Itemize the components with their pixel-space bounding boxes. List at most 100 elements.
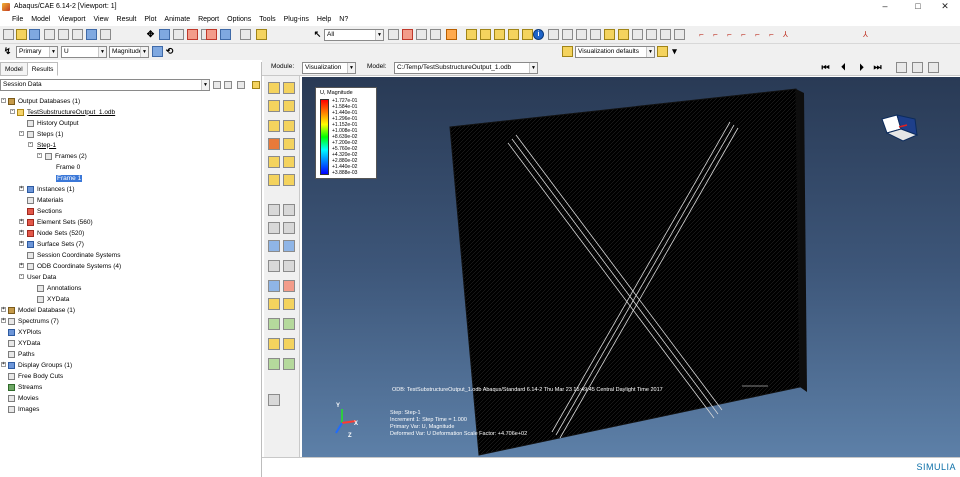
tree-movies[interactable]: Movies (8, 393, 39, 403)
symbol-options-icon[interactable] (268, 174, 280, 186)
tree-session-csys[interactable]: Session Coordinate Systems (27, 250, 120, 260)
iso-view-icon[interactable] (466, 29, 477, 40)
new-file-icon[interactable] (3, 29, 14, 40)
tree-frame-1[interactable]: Frame 1 (56, 173, 83, 183)
expand-toggle-icon[interactable]: + (19, 263, 24, 268)
pan-icon[interactable]: ✥ (145, 29, 156, 40)
zoom-box-icon[interactable] (187, 29, 198, 40)
menu-plugins[interactable]: Plug-ins (280, 16, 313, 23)
tree-odb-csys[interactable]: ODB Coordinate Systems (4) (27, 261, 121, 271)
open-folder-icon[interactable] (16, 29, 27, 40)
tab-model[interactable]: Model (0, 62, 28, 76)
expand-toggle-icon[interactable]: + (19, 186, 24, 191)
last-frame-icon[interactable]: ⏭ (872, 62, 883, 73)
tree-element-sets[interactable]: Element Sets (560) (27, 217, 93, 227)
tree-free-body-cuts[interactable]: Free Body Cuts (8, 371, 63, 381)
tile-icon[interactable] (100, 29, 111, 40)
query-info-icon[interactable]: i (533, 29, 544, 40)
select-circle-icon[interactable] (416, 29, 427, 40)
auto-fit-icon[interactable] (206, 29, 217, 40)
view-x-icon[interactable]: ⌐ (696, 29, 707, 40)
tree-paths[interactable]: Paths (8, 349, 35, 359)
variable-select[interactable]: U ▼ (61, 46, 107, 58)
tree-materials[interactable]: Materials (27, 195, 63, 205)
menu-plot[interactable]: Plot (140, 16, 160, 23)
feature-edges-icon[interactable] (562, 29, 573, 40)
expand-toggle-icon[interactable]: + (1, 307, 6, 312)
free-body-cut-icon[interactable] (283, 280, 295, 292)
save-icon[interactable] (29, 29, 40, 40)
tree-instances[interactable]: Instances (1) (27, 184, 75, 194)
expand-toggle-icon[interactable]: + (19, 219, 24, 224)
tree-images[interactable]: Images (8, 404, 39, 414)
hidden-line-icon[interactable] (576, 29, 587, 40)
stream-manager-icon[interactable] (283, 358, 295, 370)
module-select[interactable]: Visualization ▼ (302, 62, 356, 74)
close-button[interactable]: ✕ (930, 0, 960, 13)
viz-more-icon[interactable]: ▾ (669, 46, 680, 57)
query-icon[interactable] (268, 394, 280, 406)
sync-icon[interactable]: ⟲ (164, 46, 175, 57)
tree-display-groups[interactable]: Display Groups (1) (8, 360, 72, 370)
plot-contours-icon[interactable] (268, 100, 280, 112)
front-view-icon[interactable] (480, 29, 491, 40)
tree-user-data[interactable]: User Data (27, 272, 56, 282)
tree-xyplots[interactable]: XYPlots (8, 327, 41, 337)
viewport[interactable]: U, Magnitude +1.727e-01 +1.584e-01 +1.44… (302, 77, 960, 457)
menu-view[interactable]: View (89, 16, 112, 23)
create-path-icon[interactable] (268, 280, 280, 292)
viz-options-icon[interactable] (657, 46, 668, 57)
expand-toggle-icon[interactable]: + (19, 230, 24, 235)
superimpose-icon[interactable] (283, 138, 295, 150)
animation-options-icon[interactable] (268, 222, 280, 234)
wireframe-icon[interactable] (590, 29, 601, 40)
tree-surface-sets[interactable]: Surface Sets (7) (27, 239, 84, 249)
expand-toggle-icon[interactable]: - (19, 131, 24, 136)
magnify-icon[interactable] (173, 29, 184, 40)
print-icon[interactable] (44, 29, 55, 40)
color-icon[interactable] (674, 29, 685, 40)
stream-icon[interactable] (268, 358, 280, 370)
back-view-icon[interactable] (522, 29, 533, 40)
animate-time-history-icon[interactable] (268, 204, 280, 216)
capture-icon[interactable] (912, 62, 923, 73)
animate-harmonic-icon[interactable] (283, 222, 295, 234)
side-view-icon[interactable] (508, 29, 519, 40)
tree-user-xydata[interactable]: XYData (37, 294, 69, 304)
xy-data-manager-icon[interactable] (283, 240, 295, 252)
select-polygon-icon[interactable] (430, 29, 441, 40)
common-options-icon[interactable] (283, 174, 295, 186)
menu-help[interactable]: Help (313, 16, 335, 23)
probe-values-icon[interactable] (283, 260, 295, 272)
expand-toggle-icon[interactable]: + (19, 241, 24, 246)
tree-history-output[interactable]: History Output (27, 118, 79, 128)
plot-undeformed-icon[interactable] (268, 82, 280, 94)
view-z-icon[interactable]: ⌐ (724, 29, 735, 40)
component-select[interactable]: Magnitude ▼ (109, 46, 149, 58)
views-icon[interactable] (240, 29, 251, 40)
shaded-edges-icon[interactable] (618, 29, 629, 40)
first-frame-icon[interactable]: ⏮ (820, 62, 831, 73)
view-y-icon[interactable]: ⌐ (710, 29, 721, 40)
invariant-select[interactable]: Primary ▼ (16, 46, 58, 58)
view-neg-y-icon[interactable]: ⌐ (752, 29, 763, 40)
print-preview-icon[interactable] (58, 29, 69, 40)
movie-settings-icon[interactable] (896, 62, 907, 73)
tree-frames[interactable]: Frames (2) (45, 151, 87, 161)
top-view-icon[interactable] (494, 29, 505, 40)
viz-defaults-select[interactable]: Visualization defaults ▼ (575, 46, 655, 58)
menu-whats-this[interactable]: N? (335, 16, 352, 23)
allow-multiple-plot-states-icon[interactable] (268, 138, 280, 150)
session-data-select[interactable]: Session Data ▼ (0, 79, 210, 91)
viz-defaults-icon[interactable] (562, 46, 573, 57)
tree-step-1[interactable]: Step-1 (37, 140, 56, 150)
tree-steps[interactable]: Steps (1) (27, 129, 63, 139)
contour-options-icon[interactable] (268, 156, 280, 168)
collapse-tree-icon[interactable] (224, 81, 232, 89)
plot-symbols-icon[interactable] (268, 120, 280, 132)
layout-icon[interactable] (86, 29, 97, 40)
tree-frame-0[interactable]: Frame 0 (56, 162, 80, 172)
report-field-output-icon[interactable] (268, 260, 280, 272)
filter-icon[interactable] (237, 81, 245, 89)
tree-odb-file[interactable]: TestSubstructureOutput_1.odb (17, 107, 115, 117)
